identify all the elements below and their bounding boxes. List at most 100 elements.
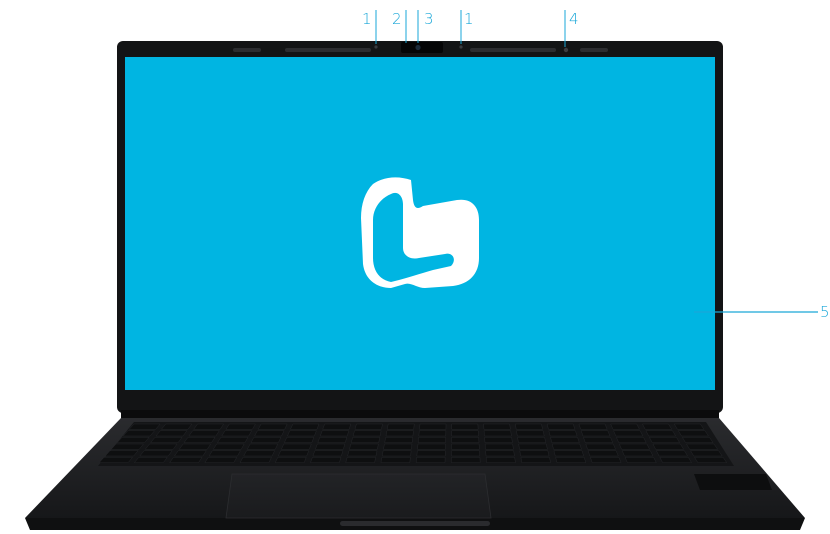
keyboard-key xyxy=(178,443,211,450)
keyboard-key xyxy=(225,423,256,430)
webcam-icon xyxy=(401,42,443,53)
keyboard-key xyxy=(642,423,673,430)
keyboard-key xyxy=(169,457,203,463)
keyboard-key xyxy=(110,443,144,450)
keyboard-key xyxy=(208,450,241,457)
keyboard-key xyxy=(585,443,616,450)
keyboard-key xyxy=(139,450,173,457)
keyboard-key xyxy=(583,437,614,443)
keyboard-key xyxy=(645,430,676,437)
keyboard-key xyxy=(673,423,705,430)
keyboard-key xyxy=(380,457,411,463)
keyboard-key xyxy=(659,457,692,463)
keyboard-key xyxy=(590,457,622,463)
keyboard-key xyxy=(284,437,315,443)
keyboard-key xyxy=(451,443,480,450)
callout-number-webcam-a: 2 xyxy=(392,10,402,28)
keyboard-key xyxy=(417,437,446,443)
keyboard-key xyxy=(485,450,515,457)
microphone-icon xyxy=(459,45,463,49)
keyboard-key xyxy=(345,457,376,463)
keyboard-key xyxy=(553,450,584,457)
keyboard-key xyxy=(188,430,220,437)
keyboard-key xyxy=(287,430,317,437)
laptop-lid xyxy=(117,41,723,413)
keyboard-key xyxy=(183,437,216,443)
keyboard-key xyxy=(204,457,238,463)
keyboard-key xyxy=(322,423,351,430)
keyboard-key xyxy=(385,430,414,437)
keyboard-key xyxy=(484,443,514,450)
webcam-lens xyxy=(415,44,421,51)
keyboard-key xyxy=(621,450,654,457)
keyboard-key xyxy=(221,430,252,437)
keyboard-key xyxy=(520,457,551,463)
keyboard-key xyxy=(451,430,479,437)
callout-number-webcam-b: 3 xyxy=(424,10,434,28)
laptop-base xyxy=(25,418,805,530)
keyboard-key xyxy=(381,450,412,457)
keyboard-key xyxy=(352,430,382,437)
keyboard-key xyxy=(150,437,183,443)
keyboard-key xyxy=(619,443,650,450)
keyboard-key xyxy=(548,430,578,437)
hinge xyxy=(121,410,719,419)
keyboard-key xyxy=(677,430,709,437)
keyboard-key xyxy=(580,430,611,437)
keyboard-key xyxy=(515,423,543,430)
keyboard-key xyxy=(518,443,548,450)
keyboard-key xyxy=(217,437,249,443)
keyboard-key xyxy=(257,423,288,430)
keyboard-key xyxy=(212,443,245,450)
keyboard-key xyxy=(133,457,168,463)
keyboard-key xyxy=(239,457,272,463)
keyboard-key xyxy=(278,450,310,457)
touchpad xyxy=(225,473,492,519)
keyboard-key xyxy=(174,450,207,457)
keyboard-key xyxy=(122,430,155,437)
keyboard-key xyxy=(155,430,188,437)
keyboard-key xyxy=(451,450,481,457)
keyboard-key xyxy=(104,450,139,457)
keyboard-key xyxy=(243,450,275,457)
bezel-slot xyxy=(233,48,261,52)
callout-number-led: 4 xyxy=(569,10,579,28)
keyboard-key xyxy=(483,423,511,430)
keyboard-key xyxy=(128,423,161,430)
keyboard-key xyxy=(624,457,657,463)
keyboard-key xyxy=(485,457,516,463)
keyboard-key xyxy=(649,437,680,443)
bezel-slot xyxy=(285,48,371,52)
keyboard-key xyxy=(578,423,608,430)
keyboard-key xyxy=(350,437,381,443)
callout-number-mic-left: 1 xyxy=(362,10,372,28)
keyboard-key xyxy=(319,430,350,437)
keyboard-key xyxy=(686,443,718,450)
bezel-slot xyxy=(580,48,608,52)
keyboard-key xyxy=(250,437,282,443)
keyboard-key xyxy=(682,437,714,443)
front-notch xyxy=(340,521,490,526)
microphone-icon xyxy=(374,45,378,49)
keyboard-key xyxy=(652,443,684,450)
keyboard-key xyxy=(516,430,545,437)
keyboard-key xyxy=(312,450,344,457)
keyboard-key xyxy=(418,430,447,437)
keyboard-key xyxy=(116,437,150,443)
fingerprint-reader xyxy=(694,474,772,490)
keyboard-key xyxy=(383,443,413,450)
keyboard-key xyxy=(551,443,582,450)
keyboard-key xyxy=(315,443,346,450)
keyboard-key xyxy=(484,437,513,443)
keyboard-key xyxy=(416,450,446,457)
keyboard-key xyxy=(310,457,342,463)
keyboard-key xyxy=(246,443,279,450)
keyboard-key xyxy=(690,450,723,457)
keyboard-key xyxy=(98,457,133,463)
keyboard-key xyxy=(384,437,413,443)
keyboard-key xyxy=(616,437,647,443)
keyboard-key xyxy=(587,450,619,457)
keyboard-key xyxy=(550,437,580,443)
keyboard-key xyxy=(610,423,640,430)
keyboard-key xyxy=(451,437,480,443)
